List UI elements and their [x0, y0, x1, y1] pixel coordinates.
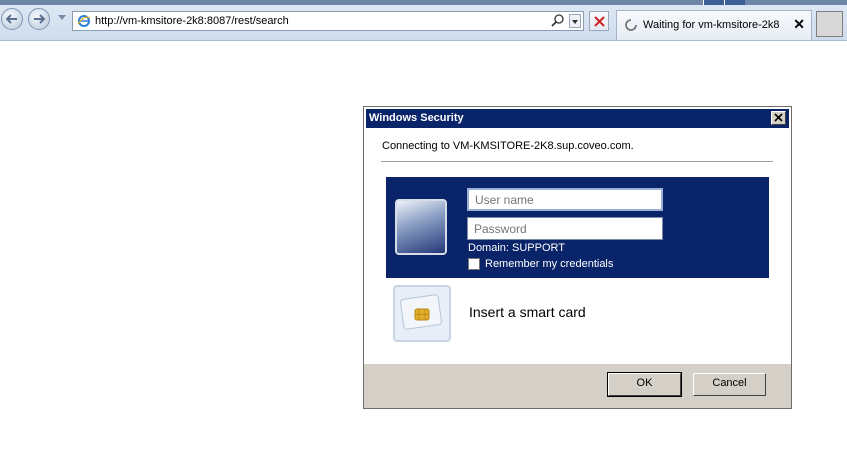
search-icon[interactable] — [551, 14, 565, 28]
window-top-strip — [0, 0, 847, 5]
dialog-title: Windows Security — [369, 112, 464, 124]
domain-label: Domain: SUPPORT — [468, 242, 565, 254]
connecting-message: Connecting to VM-KMSITORE-2K8.sup.coveo.… — [382, 140, 634, 152]
username-input[interactable] — [467, 188, 663, 211]
remember-credentials-checkbox[interactable] — [468, 258, 480, 270]
smart-card-option-label[interactable]: Insert a smart card — [469, 304, 586, 320]
stop-icon — [594, 16, 605, 27]
password-input[interactable] — [467, 217, 663, 240]
forward-button[interactable] — [28, 8, 50, 30]
stop-button[interactable] — [589, 11, 609, 31]
back-button[interactable] — [1, 8, 23, 30]
remember-credentials-label[interactable]: Remember my credentials — [485, 258, 613, 270]
windows-security-dialog: Windows Security Connecting to VM-KMSITO… — [363, 106, 792, 409]
smart-card-icon[interactable] — [393, 285, 451, 342]
loading-spinner-icon — [625, 19, 637, 31]
window-caption-button[interactable] — [724, 0, 745, 5]
dialog-close-button[interactable] — [771, 111, 786, 125]
back-arrow-icon — [5, 14, 17, 24]
browser-toolbar: http://vm-kmsitore-2k8:8087/rest/search … — [0, 0, 847, 41]
divider — [381, 161, 773, 162]
browser-tab[interactable]: Waiting for vm-kmsitore-2k8 ✕ — [616, 10, 812, 40]
ok-button[interactable]: OK — [607, 372, 682, 397]
dialog-footer: OK Cancel — [364, 364, 791, 408]
user-tile-icon — [395, 199, 447, 255]
recent-pages-dropdown[interactable] — [58, 15, 66, 20]
credential-panel[interactable]: Domain: SUPPORT Remember my credentials — [386, 177, 769, 278]
forward-arrow-icon — [34, 14, 46, 24]
address-bar[interactable]: http://vm-kmsitore-2k8:8087/rest/search — [72, 11, 584, 31]
cancel-button[interactable]: Cancel — [693, 373, 766, 396]
ie-page-icon — [77, 15, 91, 27]
tab-title: Waiting for vm-kmsitore-2k8 — [643, 19, 780, 31]
new-tab-button[interactable] — [816, 11, 843, 37]
address-url[interactable]: http://vm-kmsitore-2k8:8087/rest/search — [95, 15, 289, 27]
close-icon — [774, 113, 783, 122]
dialog-titlebar[interactable]: Windows Security — [366, 109, 789, 128]
address-dropdown-button[interactable] — [569, 14, 581, 28]
tab-close-icon[interactable]: ✕ — [793, 16, 805, 33]
window-caption-button[interactable] — [703, 0, 724, 5]
